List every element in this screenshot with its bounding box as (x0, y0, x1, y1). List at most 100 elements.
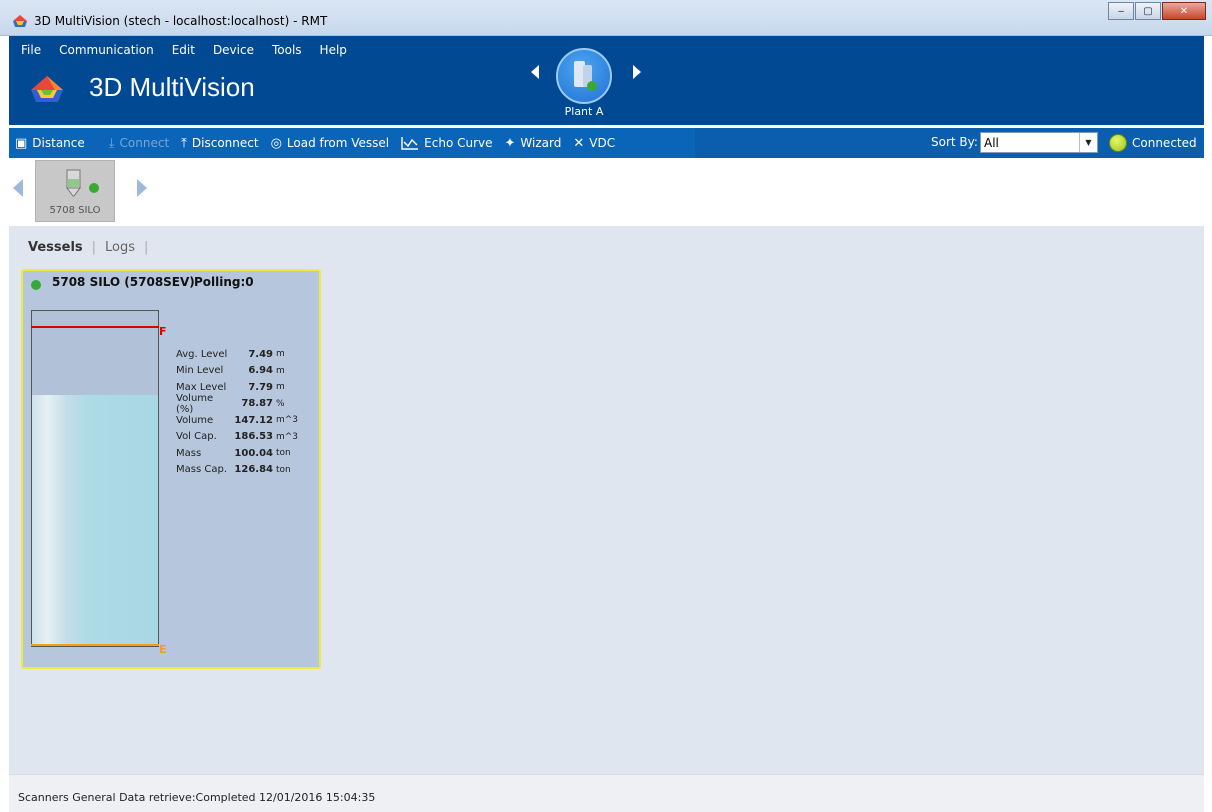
stat-value: 7.79 (248, 381, 273, 393)
sort-by-value: All (984, 136, 999, 150)
stat-unit: m^3 (276, 415, 299, 426)
menu-bar: File Communication Edit Device Tools Hel… (21, 43, 365, 57)
load-from-vessel-button[interactable]: ◎ Load from Vessel (271, 136, 390, 151)
plant-selector-button[interactable] (556, 48, 612, 104)
menu-file[interactable]: File (21, 43, 41, 57)
distance-button[interactable]: ▣ Distance (15, 136, 85, 151)
chart-line-icon (401, 137, 419, 150)
window-title: 3D MultiVision (stech - localhost:localh… (34, 14, 328, 28)
maximize-button[interactable]: ▢ (1135, 2, 1161, 20)
stat-value: 147.12 (234, 414, 273, 426)
empty-level-marker: E (159, 643, 167, 656)
vdc-label: VDC (589, 136, 616, 150)
close-button[interactable]: ✕ (1162, 2, 1206, 20)
stat-value: 100.04 (234, 447, 273, 459)
menu-tools[interactable]: Tools (272, 43, 302, 57)
upload-icon: ⤒ (181, 135, 187, 151)
broadcast-icon: ◎ (270, 135, 282, 151)
stat-unit: m (276, 349, 285, 360)
vdc-button[interactable]: ✕ VDC (573, 136, 615, 151)
stat-value: 186.53 (234, 431, 273, 443)
stat-row: Volume 147.12 m^3 (176, 412, 298, 429)
tab-separator: | (144, 240, 149, 255)
silo-icon (574, 61, 597, 91)
wizard-button[interactable]: ✦ Wizard (505, 136, 562, 151)
wizard-label: Wizard (520, 136, 562, 150)
minimize-button[interactable]: ‒ (1108, 2, 1134, 20)
status-text: Scanners General Data retrieve:Completed… (18, 791, 376, 804)
previous-plant-icon[interactable] (531, 65, 539, 79)
app-logo-icon (13, 15, 27, 27)
stat-unit: m (276, 382, 285, 393)
download-icon: ⤓ (108, 135, 115, 151)
status-bar: Scanners General Data retrieve:Completed… (9, 774, 1204, 812)
stat-label: Mass Cap. (176, 464, 227, 476)
tab-logs[interactable]: Logs (105, 240, 135, 255)
full-level-line (31, 326, 159, 328)
document-icon: ▣ (15, 135, 28, 151)
stat-row: Mass Cap. 126.84 ton (176, 462, 298, 479)
stat-label: Volume (%) (176, 392, 214, 415)
stat-value: 126.84 (234, 464, 273, 476)
stat-row: Min Level 6.94 m (176, 363, 298, 380)
tab-vessels[interactable]: Vessels (28, 240, 83, 255)
brand-title: 3D MultiVision (89, 72, 255, 102)
connection-indicator-icon (1109, 134, 1127, 152)
stat-unit: m (276, 365, 285, 376)
echo-curve-label: Echo Curve (424, 136, 493, 150)
plant-label: Plant A (564, 105, 604, 118)
vessel-tank (31, 310, 159, 647)
vessel-thumbnail[interactable]: 5708 SILO (35, 160, 115, 222)
stat-value: 6.94 (248, 365, 273, 377)
vessel-stats: Avg. Level 7.49 m Min Level 6.94 m Max Level 7.… (176, 346, 298, 478)
stat-label: Max Level (176, 381, 227, 393)
connection-status: Connected (1132, 136, 1197, 150)
connect-button[interactable]: ⤓ Connect (109, 136, 169, 151)
menu-edit[interactable]: Edit (172, 43, 195, 57)
menu-device[interactable]: Device (213, 43, 254, 57)
sort-by-select[interactable]: All ▼ (980, 132, 1098, 153)
vessel-polling: Polling:0 (194, 275, 254, 289)
strip-previous-icon[interactable] (13, 179, 23, 197)
stat-row: Avg. Level 7.49 m (176, 346, 298, 363)
vessel-thumbnail-label: 5708 SILO (49, 205, 101, 216)
silo-icon (66, 169, 81, 197)
menu-communication[interactable]: Communication (59, 43, 154, 57)
vessel-name: 5708 SILO (5708SEV) (52, 275, 195, 289)
disconnect-button[interactable]: ⤒ Disconnect (181, 136, 258, 151)
sort-by-label: Sort By: (931, 135, 978, 149)
stat-row: Volume (%) 78.87% (176, 392, 298, 415)
vessel-card[interactable]: 5708 SILO (5708SEV) Polling:0 F E Avg. L… (21, 269, 321, 669)
stat-value: 78.87 (241, 398, 273, 410)
vessel-status-dot (31, 280, 41, 290)
toolbar: ▣ Distance ⤓ Connect ⤒ Disconnect ◎ Load… (9, 128, 1204, 158)
connect-label: Connect (119, 136, 170, 150)
empty-level-line (31, 644, 159, 646)
vessel-status-dot (89, 183, 99, 193)
view-tabs: Vessels | Logs | (28, 240, 157, 255)
stat-row: Vol Cap. 186.53 m^3 (176, 429, 298, 446)
stat-row: Mass 100.04 ton (176, 445, 298, 462)
full-level-marker: F (159, 325, 167, 338)
stat-label: Mass (176, 447, 202, 459)
strip-next-icon[interactable] (137, 179, 147, 197)
toolbar-actions: ▣ Distance ⤓ Connect ⤒ Disconnect ◎ Load… (9, 128, 695, 158)
echo-curve-button[interactable]: Echo Curve (401, 136, 493, 150)
brand-logo-icon (31, 76, 63, 102)
tools-icon: ✕ (573, 135, 585, 151)
stat-unit: m^3 (276, 431, 299, 442)
stat-label: Min Level (176, 365, 224, 377)
stat-label: Vol Cap. (176, 431, 217, 443)
window-titlebar: 3D MultiVision (stech - localhost:localh… (0, 0, 1212, 36)
chevron-down-icon[interactable]: ▼ (1079, 133, 1097, 152)
vessel-strip: 5708 SILO (9, 158, 1204, 226)
magic-wand-icon: ✦ (504, 135, 516, 151)
stat-label: Volume (176, 414, 214, 426)
menu-help[interactable]: Help (320, 43, 347, 57)
disconnect-label: Disconnect (191, 136, 259, 150)
next-plant-icon[interactable] (633, 65, 641, 79)
load-from-vessel-label: Load from Vessel (286, 136, 390, 150)
tank-fill-level (32, 394, 158, 646)
app-header: File Communication Edit Device Tools Hel… (9, 36, 1204, 125)
distance-label: Distance (32, 136, 85, 150)
